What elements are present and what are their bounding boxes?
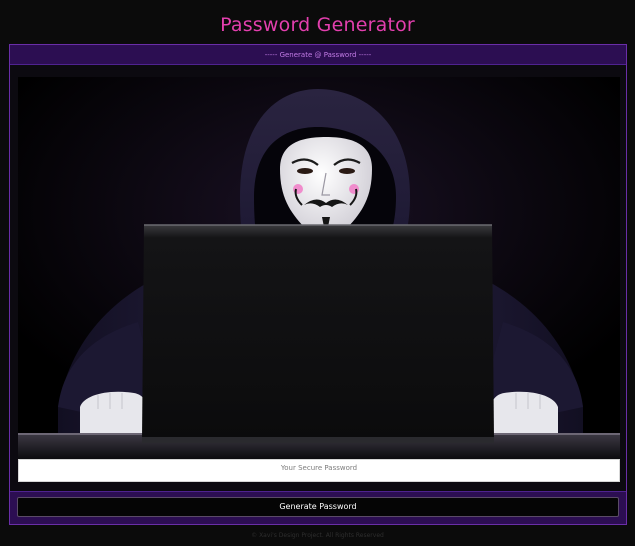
generate-password-button[interactable]: Generate Password	[17, 497, 619, 517]
page: Password Generator ----- Generate @ Pass…	[0, 0, 635, 546]
password-output-field[interactable]: Your Secure Password	[18, 459, 620, 482]
card-footer: Generate Password	[10, 491, 626, 524]
copyright-footer: © Xavi's Design Project. All Rights Rese…	[251, 532, 384, 539]
page-title: Password Generator	[220, 14, 415, 36]
generator-card: ----- Generate @ Password ----- Your Sec…	[9, 44, 627, 525]
password-placeholder: Your Secure Password	[280, 464, 358, 472]
card-header: ----- Generate @ Password -----	[10, 45, 626, 65]
hooded-hacker-image	[18, 77, 620, 459]
